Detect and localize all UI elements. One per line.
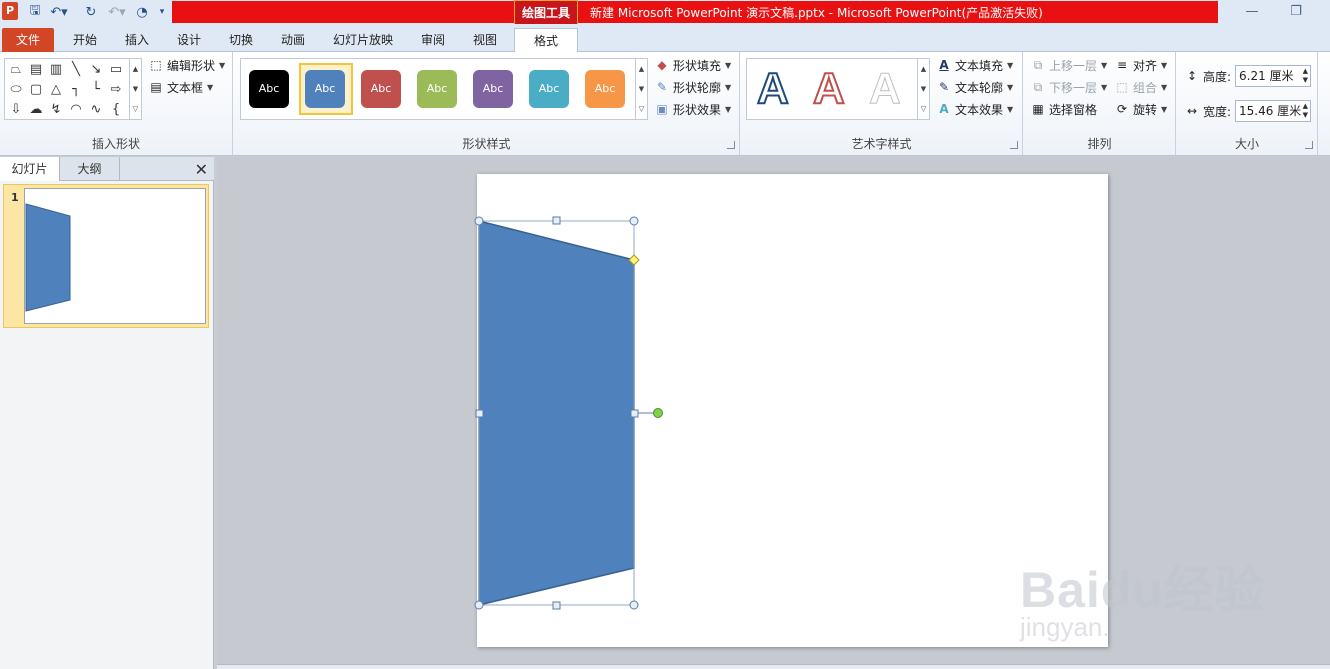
side-handle-bottom[interactable] bbox=[552, 601, 561, 610]
corner-handle-top-left[interactable] bbox=[474, 216, 484, 226]
watermark-url: jingyan.baidu.com bbox=[1020, 612, 1230, 642]
corner-handle-bottom-right[interactable] bbox=[629, 600, 639, 610]
corner-handle-top-right[interactable] bbox=[629, 216, 639, 226]
trapezoid-shape[interactable] bbox=[478, 220, 635, 606]
baidu-watermark: Baidu经验 jingyan.baidu.com bbox=[1020, 520, 1280, 642]
rotation-handle[interactable] bbox=[653, 408, 663, 418]
side-handle-right[interactable] bbox=[630, 409, 639, 418]
corner-handle-bottom-left[interactable] bbox=[474, 600, 484, 610]
side-handle-top[interactable] bbox=[552, 216, 561, 225]
side-handle-left[interactable] bbox=[475, 409, 484, 418]
